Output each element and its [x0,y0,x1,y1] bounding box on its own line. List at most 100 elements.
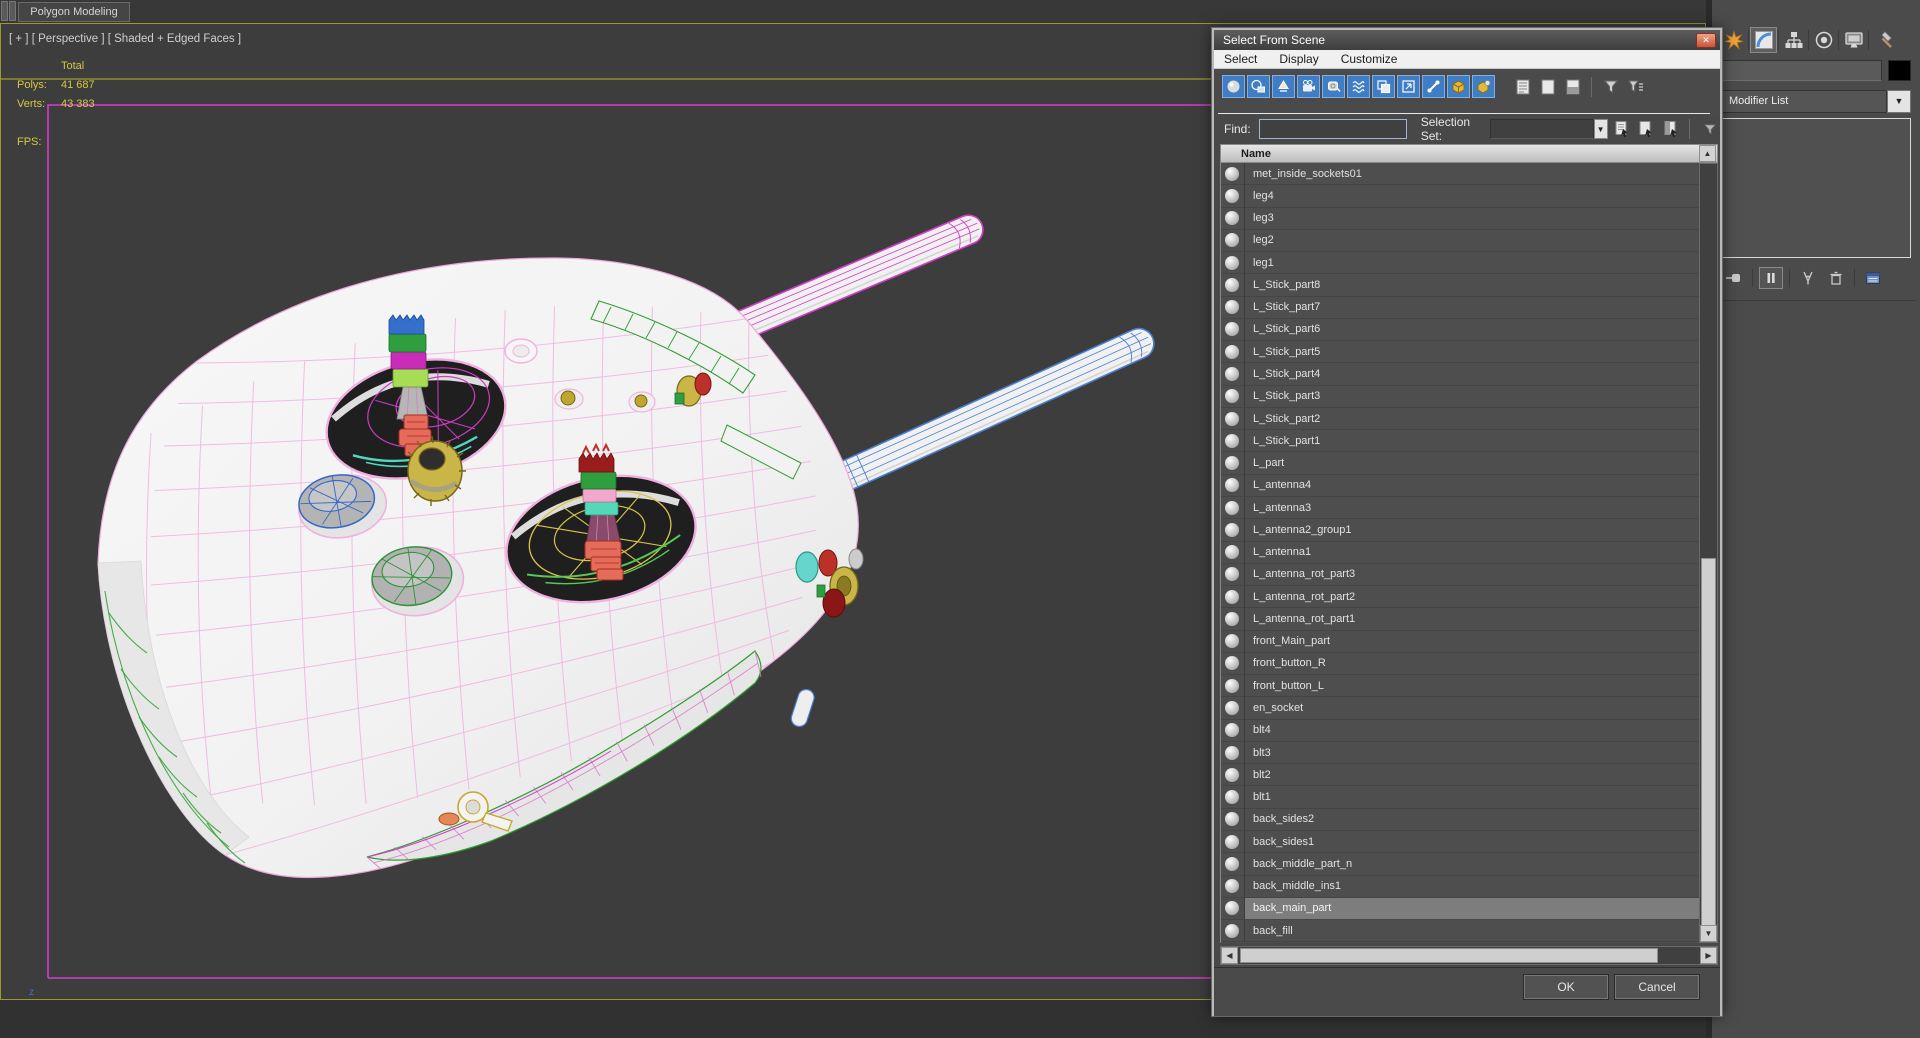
list-item[interactable]: leg3 [1221,207,1699,230]
selection-filter-button[interactable] [1599,75,1622,98]
display-groups-button[interactable] [1372,75,1395,98]
select-none-button[interactable] [1636,118,1656,140]
object-name[interactable]: L_antenna_rot_part3 [1245,564,1699,585]
horizontal-scrollbar[interactable]: ◀ ▶ [1220,946,1718,965]
antenna-bottom-blue[interactable] [829,324,1159,495]
object-name[interactable]: L_Stick_part7 [1245,297,1699,318]
display-lights-button[interactable] [1272,75,1295,98]
menu-select[interactable]: Select [1224,52,1257,66]
scroll-right-button[interactable]: ▶ [1700,947,1717,964]
list-item[interactable]: L_Stick_part6 [1221,318,1699,342]
object-name[interactable]: L_Stick_part5 [1245,341,1699,362]
object-name[interactable]: L_antenna4 [1245,475,1699,496]
filter-dropdown-button[interactable] [1700,118,1720,140]
find-input[interactable] [1258,119,1407,139]
object-name[interactable]: L_Stick_part1 [1245,430,1699,451]
ok-button[interactable]: OK [1523,974,1609,1000]
display-influences-button[interactable] [1536,75,1559,98]
list-item[interactable]: blt3 [1221,741,1699,765]
object-name[interactable]: met_inside_sockets01 [1245,163,1699,184]
object-name[interactable]: L_Stick_part6 [1245,319,1699,340]
menu-customize[interactable]: Customize [1341,52,1398,66]
object-name[interactable]: en_socket [1245,697,1699,718]
object-name[interactable]: leg2 [1245,230,1699,251]
display-cameras-button[interactable] [1297,75,1320,98]
object-name[interactable]: L_Stick_part3 [1245,386,1699,407]
display-geometry-button[interactable] [1222,75,1245,98]
display-shapes-button[interactable] [1247,75,1270,98]
object-name[interactable]: back_sides1 [1245,831,1699,852]
close-icon[interactable]: ✕ [1696,32,1716,48]
object-name[interactable]: back_fill [1245,920,1699,941]
list-item[interactable]: front_button_L [1221,674,1699,698]
object-name[interactable]: back_middle_part_n [1245,853,1699,874]
list-item[interactable]: L_antenna_rot_part1 [1221,607,1699,631]
list-item[interactable]: met_inside_sockets01 [1221,163,1699,186]
customize-filter-button[interactable] [1624,75,1647,98]
object-name[interactable]: blt2 [1245,764,1699,785]
scroll-up-button[interactable]: ▲ [1699,145,1716,162]
remove-modifier-button[interactable] [1824,267,1848,289]
list-item[interactable]: L_Stick_part5 [1221,340,1699,364]
object-name[interactable]: L_antenna_rot_part1 [1245,608,1699,629]
list-item[interactable]: front_Main_part [1221,630,1699,653]
tab-create[interactable] [1720,27,1747,53]
dialog-title-bar[interactable]: Select From Scene ✕ [1214,30,1720,50]
object-name[interactable]: leg1 [1245,252,1699,273]
display-dependents-button[interactable] [1561,75,1584,98]
viewport-label[interactable]: [ + ] [ Perspective ] [ Shaded + Edged F… [9,33,241,45]
object-name[interactable]: back_main_part [1245,897,1699,920]
object-name[interactable]: blt1 [1245,786,1699,807]
object-name-field[interactable] [1722,60,1882,81]
list-item[interactable]: back_middle_ins1 [1221,875,1699,898]
list-item[interactable]: L_antenna2_group1 [1221,518,1699,542]
modifier-stack-box[interactable] [1722,118,1911,258]
menu-display[interactable]: Display [1279,52,1318,66]
list-item[interactable]: L_Stick_part7 [1221,296,1699,319]
column-name-header[interactable]: Name [1221,148,1699,160]
object-name[interactable]: L_antenna3 [1245,497,1699,518]
object-name[interactable]: leg4 [1245,185,1699,206]
list-item[interactable]: L_Stick_part2 [1221,407,1699,431]
object-name[interactable]: L_antenna2_group1 [1245,519,1699,540]
vertical-scrollbar[interactable]: ▼ [1699,163,1718,943]
selection-set-arrow[interactable]: ▼ [1593,119,1608,139]
modifier-list-arrow[interactable]: ▼ [1887,90,1911,113]
object-name[interactable]: front_button_R [1245,653,1699,674]
object-name[interactable]: front_Main_part [1245,631,1699,652]
list-item[interactable]: blt1 [1221,786,1699,809]
object-name[interactable]: L_Stick_part4 [1245,363,1699,384]
object-name[interactable]: L_part [1245,452,1699,473]
list-item[interactable]: back_sides1 [1221,830,1699,854]
display-xrefs-button[interactable] [1397,75,1420,98]
list-item[interactable]: L_Stick_part4 [1221,363,1699,386]
list-item[interactable]: leg1 [1221,251,1699,275]
list-item[interactable]: L_Stick_part3 [1221,385,1699,408]
list-item[interactable]: L_antenna_rot_part3 [1221,563,1699,587]
object-name[interactable]: back_sides2 [1245,809,1699,830]
list-item[interactable]: leg4 [1221,184,1699,208]
tab-display[interactable] [1840,27,1867,53]
list-item[interactable]: leg2 [1221,229,1699,253]
list-item[interactable]: L_Stick_part1 [1221,429,1699,453]
object-name[interactable]: blt3 [1245,742,1699,763]
list-item[interactable]: back_sides2 [1221,808,1699,831]
list-item[interactable]: blt4 [1221,719,1699,742]
object-name[interactable]: front_button_L [1245,675,1699,696]
list-column-header[interactable]: Name ▲ [1220,144,1718,163]
object-name[interactable]: L_Stick_part2 [1245,408,1699,429]
display-children-button[interactable] [1511,75,1534,98]
object-name[interactable]: L_antenna_rot_part2 [1245,586,1699,607]
display-container-objects-button[interactable] [1472,75,1495,98]
object-name[interactable]: L_antenna1 [1245,542,1699,563]
list-item[interactable]: L_antenna_rot_part2 [1221,585,1699,609]
scene-object-list[interactable]: met_inside_sockets01 leg4 leg3 leg2 leg1 L_St… [1220,163,1699,943]
list-item[interactable]: en_socket [1221,697,1699,720]
object-name[interactable]: back_middle_ins1 [1245,876,1699,897]
select-invert-button[interactable] [1660,118,1680,140]
tab-motion[interactable] [1810,27,1837,53]
show-end-result-button[interactable] [1759,267,1783,289]
object-name[interactable]: L_Stick_part8 [1245,274,1699,295]
list-item[interactable]: L_Stick_part8 [1221,273,1699,297]
list-item[interactable]: back_fill [1221,919,1699,943]
